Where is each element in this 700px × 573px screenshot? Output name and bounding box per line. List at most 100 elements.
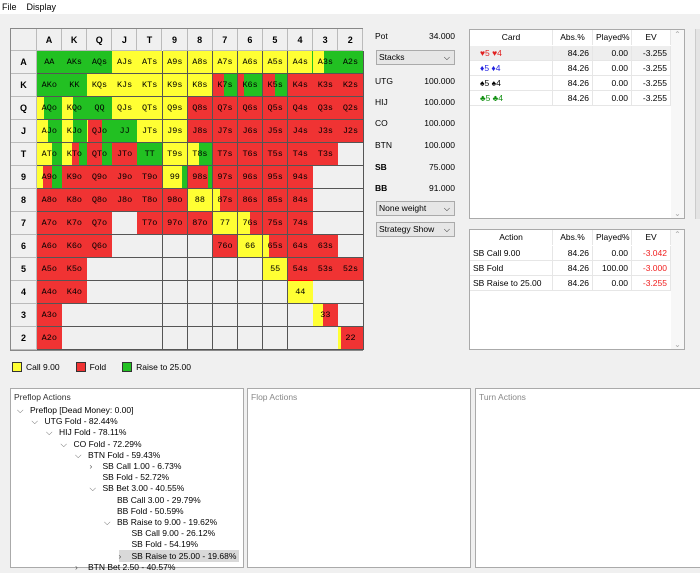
hand-cell[interactable]: [212, 281, 239, 304]
hand-cell[interactable]: KQs: [87, 74, 113, 97]
hand-cell[interactable]: K8o: [62, 189, 88, 212]
chevron-down-icon[interactable]: ⌵: [46, 426, 59, 438]
menu-file[interactable]: File: [2, 0, 17, 14]
hand-cell[interactable]: K5o: [62, 258, 88, 281]
hand-cell[interactable]: A6o: [37, 235, 63, 258]
chevron-right-icon[interactable]: ›: [119, 550, 132, 562]
hand-cell[interactable]: 76s: [237, 212, 264, 235]
tree-node[interactable]: ⌵ SB Bet 3.00 - 40.55%: [90, 482, 188, 494]
table-row[interactable]: SB Raise to 25.00 84.26 0.00 -3.255: [470, 276, 671, 291]
column-header[interactable]: Action: [470, 230, 553, 245]
hand-cell[interactable]: A2s: [338, 51, 364, 74]
hand-cell[interactable]: [137, 304, 163, 327]
hand-cell[interactable]: [262, 304, 289, 327]
hand-cell[interactable]: [212, 304, 239, 327]
chevron-down-icon[interactable]: ⌵: [104, 516, 117, 528]
hand-cell[interactable]: ATs: [137, 51, 163, 74]
hand-cell[interactable]: K6o: [62, 235, 88, 258]
hand-cell[interactable]: [338, 235, 364, 258]
hand-cell[interactable]: KJs: [112, 74, 138, 97]
tree-node[interactable]: ⌵ CO Fold - 72.29%: [61, 438, 145, 450]
chevron-down-icon[interactable]: ⌵: [17, 404, 30, 416]
tree-node[interactable]: BB Fold - 50.59%: [104, 505, 187, 517]
hand-cell[interactable]: [313, 281, 339, 304]
hand-cell[interactable]: [212, 327, 239, 350]
tree-node[interactable]: SB Fold - 52.72%: [90, 471, 173, 483]
tree-node[interactable]: SB Call 9.00 - 26.12%: [119, 527, 219, 539]
hand-cell[interactable]: A8s: [187, 51, 214, 74]
hand-cell[interactable]: QTs: [137, 97, 163, 120]
hand-cell[interactable]: TT: [137, 143, 163, 166]
hand-cell[interactable]: A9s: [162, 51, 189, 74]
action-table-scrollbar[interactable]: ⌃ ⌄: [671, 230, 684, 349]
hand-cell[interactable]: J5s: [262, 120, 289, 143]
hand-cell[interactable]: [313, 327, 339, 350]
hand-cell[interactable]: [112, 304, 138, 327]
hand-cell[interactable]: J7s: [212, 120, 239, 143]
hand-cell[interactable]: [137, 235, 163, 258]
hand-cell[interactable]: 66: [237, 235, 264, 258]
hand-cell[interactable]: 63s: [313, 235, 339, 258]
hand-cell[interactable]: [237, 304, 264, 327]
column-header[interactable]: Abs.%: [553, 30, 593, 45]
hand-cell[interactable]: J2s: [338, 120, 364, 143]
hand-cell[interactable]: K8s: [187, 74, 214, 97]
hand-cell[interactable]: T5s: [262, 143, 289, 166]
column-header[interactable]: Abs.%: [553, 230, 593, 245]
chevron-down-icon[interactable]: ⌵: [75, 449, 88, 461]
table-row[interactable]: SB Call 9.00 84.26 0.00 -3.042: [470, 246, 671, 261]
hand-cell[interactable]: AKs: [62, 51, 88, 74]
hand-cell[interactable]: Q8o: [87, 189, 113, 212]
hand-cell[interactable]: T6s: [237, 143, 264, 166]
tree-node[interactable]: › BTN Bet 2.50 - 40.57%: [75, 561, 178, 573]
hand-cell[interactable]: Q6s: [237, 97, 264, 120]
hand-cell[interactable]: [212, 258, 239, 281]
hand-cell[interactable]: [187, 235, 214, 258]
hand-cell[interactable]: 86s: [237, 189, 264, 212]
hand-cell[interactable]: J6s: [237, 120, 264, 143]
hand-cell[interactable]: Q9s: [162, 97, 189, 120]
hand-cell[interactable]: [62, 327, 88, 350]
hand-cell[interactable]: K7o: [62, 212, 88, 235]
hand-cell[interactable]: 54s: [288, 258, 314, 281]
hand-cell[interactable]: [338, 212, 364, 235]
hand-cell[interactable]: K2s: [338, 74, 364, 97]
table-row[interactable]: SB Fold 84.26 100.00 -3.000: [470, 261, 671, 276]
hand-cell[interactable]: T9o: [137, 166, 163, 189]
hand-cell[interactable]: Q8s: [187, 97, 214, 120]
hand-cell[interactable]: [137, 281, 163, 304]
hand-cell[interactable]: T7o: [137, 212, 163, 235]
hand-cell[interactable]: 98o: [162, 189, 189, 212]
hand-cell[interactable]: [187, 281, 214, 304]
card-table-scrollbar[interactable]: ⌃ ⌄: [671, 30, 684, 218]
tree-node[interactable]: BB Call 3.00 - 29.79%: [104, 494, 204, 506]
hand-cell[interactable]: K9s: [162, 74, 189, 97]
hand-cell[interactable]: 52s: [338, 258, 364, 281]
chevron-down-icon[interactable]: ⌵: [32, 415, 45, 427]
hand-cell[interactable]: [87, 327, 113, 350]
hand-cell[interactable]: J3s: [313, 120, 339, 143]
chevron-right-icon[interactable]: ›: [75, 561, 88, 573]
hand-cell[interactable]: J8o: [112, 189, 138, 212]
hand-cell[interactable]: [338, 304, 364, 327]
hand-cell[interactable]: QJo: [87, 120, 113, 143]
hand-cell[interactable]: T4s: [288, 143, 314, 166]
hand-cell[interactable]: [338, 166, 364, 189]
hand-cell[interactable]: Q6o: [87, 235, 113, 258]
hand-cell[interactable]: A3o: [37, 304, 63, 327]
hand-cell[interactable]: [162, 304, 189, 327]
hand-cell[interactable]: KQo: [62, 97, 88, 120]
column-header[interactable]: Played%: [593, 30, 632, 45]
hand-cell[interactable]: 85s: [262, 189, 289, 212]
hand-cell[interactable]: K3s: [313, 74, 339, 97]
hand-cell[interactable]: A2o: [37, 327, 63, 350]
hand-cell[interactable]: [187, 258, 214, 281]
hand-cell[interactable]: 74s: [288, 212, 314, 235]
tree-node[interactable]: ⌵ Preflop [Dead Money: 0.00]: [17, 404, 136, 416]
hand-cell[interactable]: 98s: [187, 166, 214, 189]
hand-cell[interactable]: 75s: [262, 212, 289, 235]
hand-cell[interactable]: [288, 304, 314, 327]
hand-cell[interactable]: [87, 304, 113, 327]
hand-cell[interactable]: 77: [212, 212, 239, 235]
hand-cell[interactable]: [162, 327, 189, 350]
